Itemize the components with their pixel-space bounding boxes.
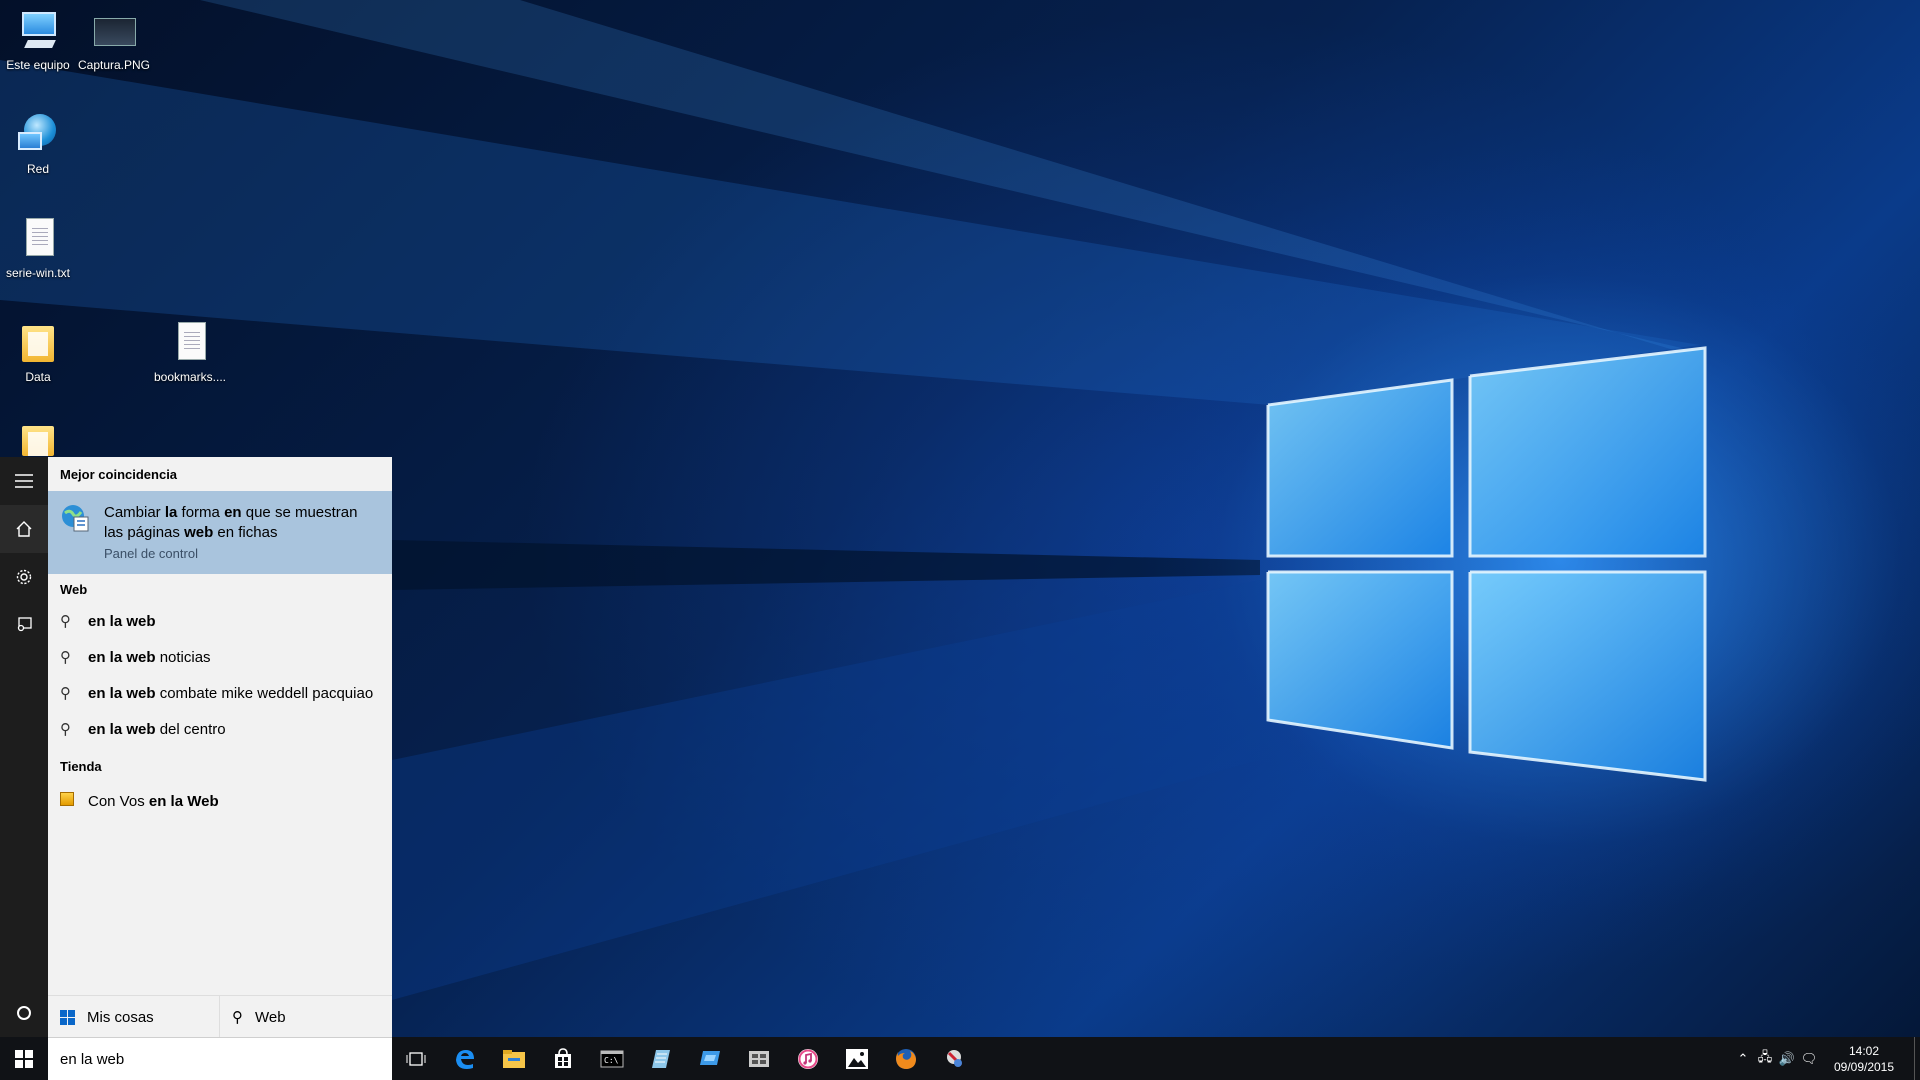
- store-result-text: Con Vos en la Web: [88, 792, 219, 810]
- home-icon[interactable]: [0, 505, 48, 553]
- desktop-icon-captura[interactable]: Captura.PNG: [76, 10, 152, 72]
- search-scope-tabs: Mis cosas ⚲ Web: [48, 995, 392, 1038]
- web-result[interactable]: ⚲ en la web noticias: [48, 639, 392, 675]
- search-box[interactable]: [48, 1037, 392, 1080]
- image-file-icon: [92, 10, 136, 54]
- store-result[interactable]: Con Vos en la Web: [48, 783, 392, 819]
- web-result-text: en la web combate mike weddell pacquiao: [88, 684, 374, 702]
- title-part-bold: en: [224, 504, 242, 521]
- start-button[interactable]: [0, 1037, 48, 1080]
- title-part: Cambiar: [104, 504, 165, 521]
- desktop-icon-red[interactable]: Red: [0, 114, 76, 176]
- filmstrip-icon[interactable]: [735, 1037, 783, 1080]
- desktop-icon-label: Data: [25, 370, 51, 384]
- clock[interactable]: 14:02 09/09/2015: [1820, 1043, 1908, 1075]
- desktop-icon-label: serie-win.txt: [5, 266, 70, 280]
- desktop-icon-label: Red: [26, 162, 49, 176]
- desktop-icon-label: bookmarks....: [153, 370, 227, 384]
- search-icon: ⚲: [60, 685, 71, 702]
- web-result-text: en la web del centro: [88, 720, 226, 738]
- system-tray: ⌃ 🖧 🔊 🗨 14:02 09/09/2015: [1732, 1037, 1920, 1080]
- web-result-text: en la web: [88, 612, 156, 630]
- desktop-icon-label: Captura.PNG: [77, 58, 151, 72]
- best-match-result[interactable]: Cambiar la forma en que se muestran las …: [48, 491, 392, 574]
- text-file-icon: [16, 218, 60, 262]
- svg-text:C:\: C:\: [604, 1056, 619, 1065]
- computer-icon: [16, 10, 60, 54]
- desktop-icon-label: Este equipo: [6, 58, 70, 72]
- web-result[interactable]: ⚲ en la web combate mike weddell pacquia…: [48, 675, 392, 711]
- file-explorer-icon[interactable]: [490, 1037, 538, 1080]
- firefox-icon[interactable]: [882, 1037, 930, 1080]
- control-panel-globe-icon: [60, 503, 90, 533]
- network-status-icon[interactable]: 🖧: [1754, 1048, 1776, 1070]
- menu-icon[interactable]: [0, 457, 48, 505]
- volume-icon[interactable]: 🔊: [1776, 1051, 1798, 1067]
- search-results-panel: Mejor coincidencia Cambiar la forma en q…: [48, 457, 392, 1038]
- best-match-subtitle: Panel de control: [104, 546, 198, 561]
- start-rail: [0, 457, 48, 1037]
- network-icon: [16, 114, 60, 158]
- search-icon: ⚲: [232, 1009, 243, 1026]
- edge-icon[interactable]: [441, 1037, 489, 1080]
- clock-date: 09/09/2015: [1833, 1059, 1895, 1074]
- chevron-up-icon[interactable]: ⌃: [1732, 1051, 1754, 1067]
- cmd-icon[interactable]: C:\: [588, 1037, 636, 1080]
- title-part-bold: web: [184, 524, 214, 541]
- folder-icon: [16, 322, 60, 366]
- title-part: en fichas: [213, 524, 278, 541]
- store-app-icon: [48, 792, 78, 810]
- tab-web[interactable]: ⚲ Web: [220, 996, 392, 1038]
- tab-label: Web: [255, 1008, 286, 1026]
- best-match-header: Mejor coincidencia: [60, 467, 178, 482]
- title-part-bold: la: [164, 504, 178, 521]
- store-icon[interactable]: [539, 1037, 587, 1080]
- settings-icon[interactable]: [0, 553, 48, 601]
- feedback-icon[interactable]: [0, 601, 48, 649]
- cortana-icon[interactable]: [0, 989, 48, 1037]
- desktop-icon-bookmarks[interactable]: bookmarks....: [152, 322, 228, 384]
- desktop-icon-data[interactable]: Data: [0, 322, 76, 384]
- text-file-icon: [168, 322, 212, 366]
- tab-label: Mis cosas: [87, 1008, 154, 1026]
- tab-my-stuff[interactable]: Mis cosas: [48, 996, 220, 1038]
- store-header: Tienda: [60, 759, 102, 774]
- task-view-icon[interactable]: [392, 1037, 440, 1080]
- best-match-title: Cambiar la forma en que se muestran las …: [104, 503, 380, 543]
- photos-icon[interactable]: [833, 1037, 881, 1080]
- clock-time: 14:02: [1848, 1043, 1880, 1058]
- itunes-icon[interactable]: [784, 1037, 832, 1080]
- action-center-icon[interactable]: 🗨: [1798, 1051, 1820, 1067]
- search-icon: ⚲: [60, 613, 71, 630]
- title-part: forma: [177, 504, 225, 521]
- search-icon: ⚲: [60, 721, 71, 738]
- remote-desktop-icon[interactable]: [686, 1037, 734, 1080]
- web-header: Web: [60, 582, 88, 597]
- web-result-text: en la web noticias: [88, 648, 211, 666]
- desktop-icon-este-equipo[interactable]: Este equipo: [0, 10, 76, 72]
- show-desktop-button[interactable]: [1914, 1037, 1920, 1080]
- desktop-icon-serie-win[interactable]: serie-win.txt: [0, 218, 76, 280]
- web-result[interactable]: ⚲ en la web del centro: [48, 711, 392, 747]
- windows-logo-icon: [15, 1049, 33, 1068]
- tools-icon[interactable]: [931, 1037, 979, 1080]
- web-result[interactable]: ⚲ en la web: [48, 603, 392, 639]
- windows-icon: [60, 1009, 75, 1025]
- notepad-icon[interactable]: [637, 1037, 685, 1080]
- search-icon: ⚲: [60, 649, 71, 666]
- search-input[interactable]: [60, 1050, 360, 1068]
